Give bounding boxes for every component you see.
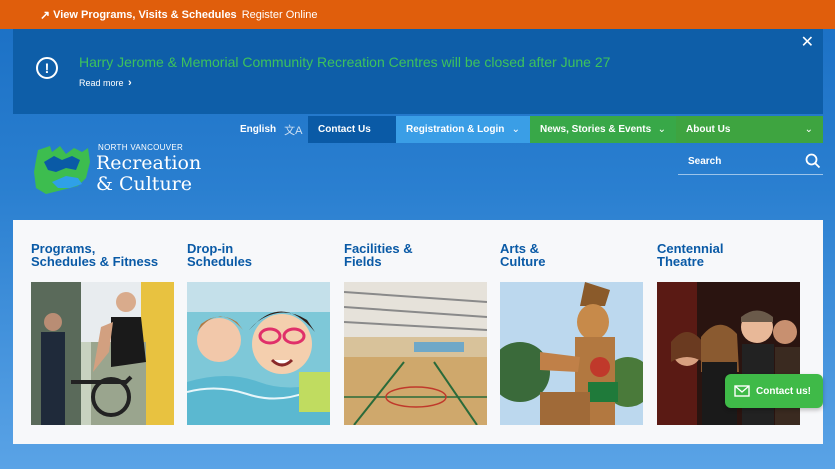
- close-icon[interactable]: ✕: [801, 35, 814, 51]
- nav-registration-label: Registration & Login: [406, 124, 505, 135]
- card-title-line2: Culture: [500, 254, 546, 269]
- external-arrow-icon: ↗: [40, 7, 51, 22]
- top-bar: ↗ View Programs, Visits & Schedules Regi…: [0, 0, 835, 29]
- card-title-line2: Schedules: [187, 254, 253, 269]
- nav-contact-us[interactable]: Contact Us: [308, 116, 396, 143]
- card-title: Facilities & Fields: [344, 242, 413, 268]
- nav-contact-label: Contact Us: [318, 124, 371, 135]
- card-title: Programs, Schedules & Fitness: [31, 242, 158, 268]
- read-more-label: Read more: [79, 78, 124, 88]
- nav-news-label: News, Stories & Events: [540, 124, 652, 135]
- info-icon: !: [36, 57, 58, 79]
- program-cards-panel: Programs, Schedules & Fitness Drop-in Sc…: [13, 220, 823, 444]
- card-title: Drop-in Schedules: [187, 242, 252, 268]
- card-title: Centennial Theatre: [657, 242, 723, 268]
- search-field[interactable]: Search: [678, 150, 823, 175]
- register-online-link[interactable]: Register Online: [242, 9, 318, 21]
- fitness-photo: [31, 282, 174, 425]
- translate-icon: 文A: [284, 124, 303, 137]
- chevron-down-icon: ⌄: [804, 124, 813, 135]
- read-more-link[interactable]: Read more ›: [79, 77, 132, 89]
- envelope-icon: [734, 385, 750, 397]
- language-label: English: [240, 124, 277, 135]
- nav-about-label: About Us: [686, 124, 731, 135]
- logo-title-line1: Recreation: [96, 152, 202, 174]
- totem-carving-photo: [500, 282, 643, 425]
- alert-message: Harry Jerome & Memorial Community Recrea…: [79, 54, 611, 70]
- card-title-line2: Schedules & Fitness: [31, 254, 159, 269]
- logo-subtitle: NORTH VANCOUVER: [98, 143, 184, 152]
- contact-us-label: Contact us!: [756, 385, 811, 397]
- nav-about-us[interactable]: About Us ⌄: [676, 116, 823, 143]
- chevron-down-icon: ⌄: [511, 124, 520, 135]
- site-logo[interactable]: NORTH VANCOUVER Recreation & Culture: [32, 142, 222, 198]
- logo-title-line2: & Culture: [96, 173, 193, 195]
- programs-link[interactable]: View Programs, Visits & Schedules: [53, 9, 237, 21]
- logo-mark-icon: [34, 146, 90, 194]
- language-selector[interactable]: English 文A: [240, 116, 308, 143]
- nav-registration-login[interactable]: Registration & Login ⌄: [396, 116, 530, 143]
- gymnasium-photo: [344, 282, 487, 425]
- card-title: Arts & Culture: [500, 242, 546, 268]
- nav-news-stories-events[interactable]: News, Stories & Events ⌄: [530, 116, 676, 143]
- chevron-right-icon: ›: [128, 77, 132, 89]
- logo-title: Recreation & Culture: [96, 153, 201, 195]
- swimming-photo: [187, 282, 330, 425]
- closure-alert: ! Harry Jerome & Memorial Community Recr…: [13, 29, 823, 114]
- search-icon[interactable]: [805, 153, 821, 169]
- contact-us-button[interactable]: Contact us!: [725, 374, 823, 408]
- card-title-line2: Theatre: [657, 254, 704, 269]
- card-title-line2: Fields: [344, 254, 382, 269]
- search-label: Search: [688, 156, 722, 167]
- chevron-down-icon: ⌄: [657, 124, 666, 135]
